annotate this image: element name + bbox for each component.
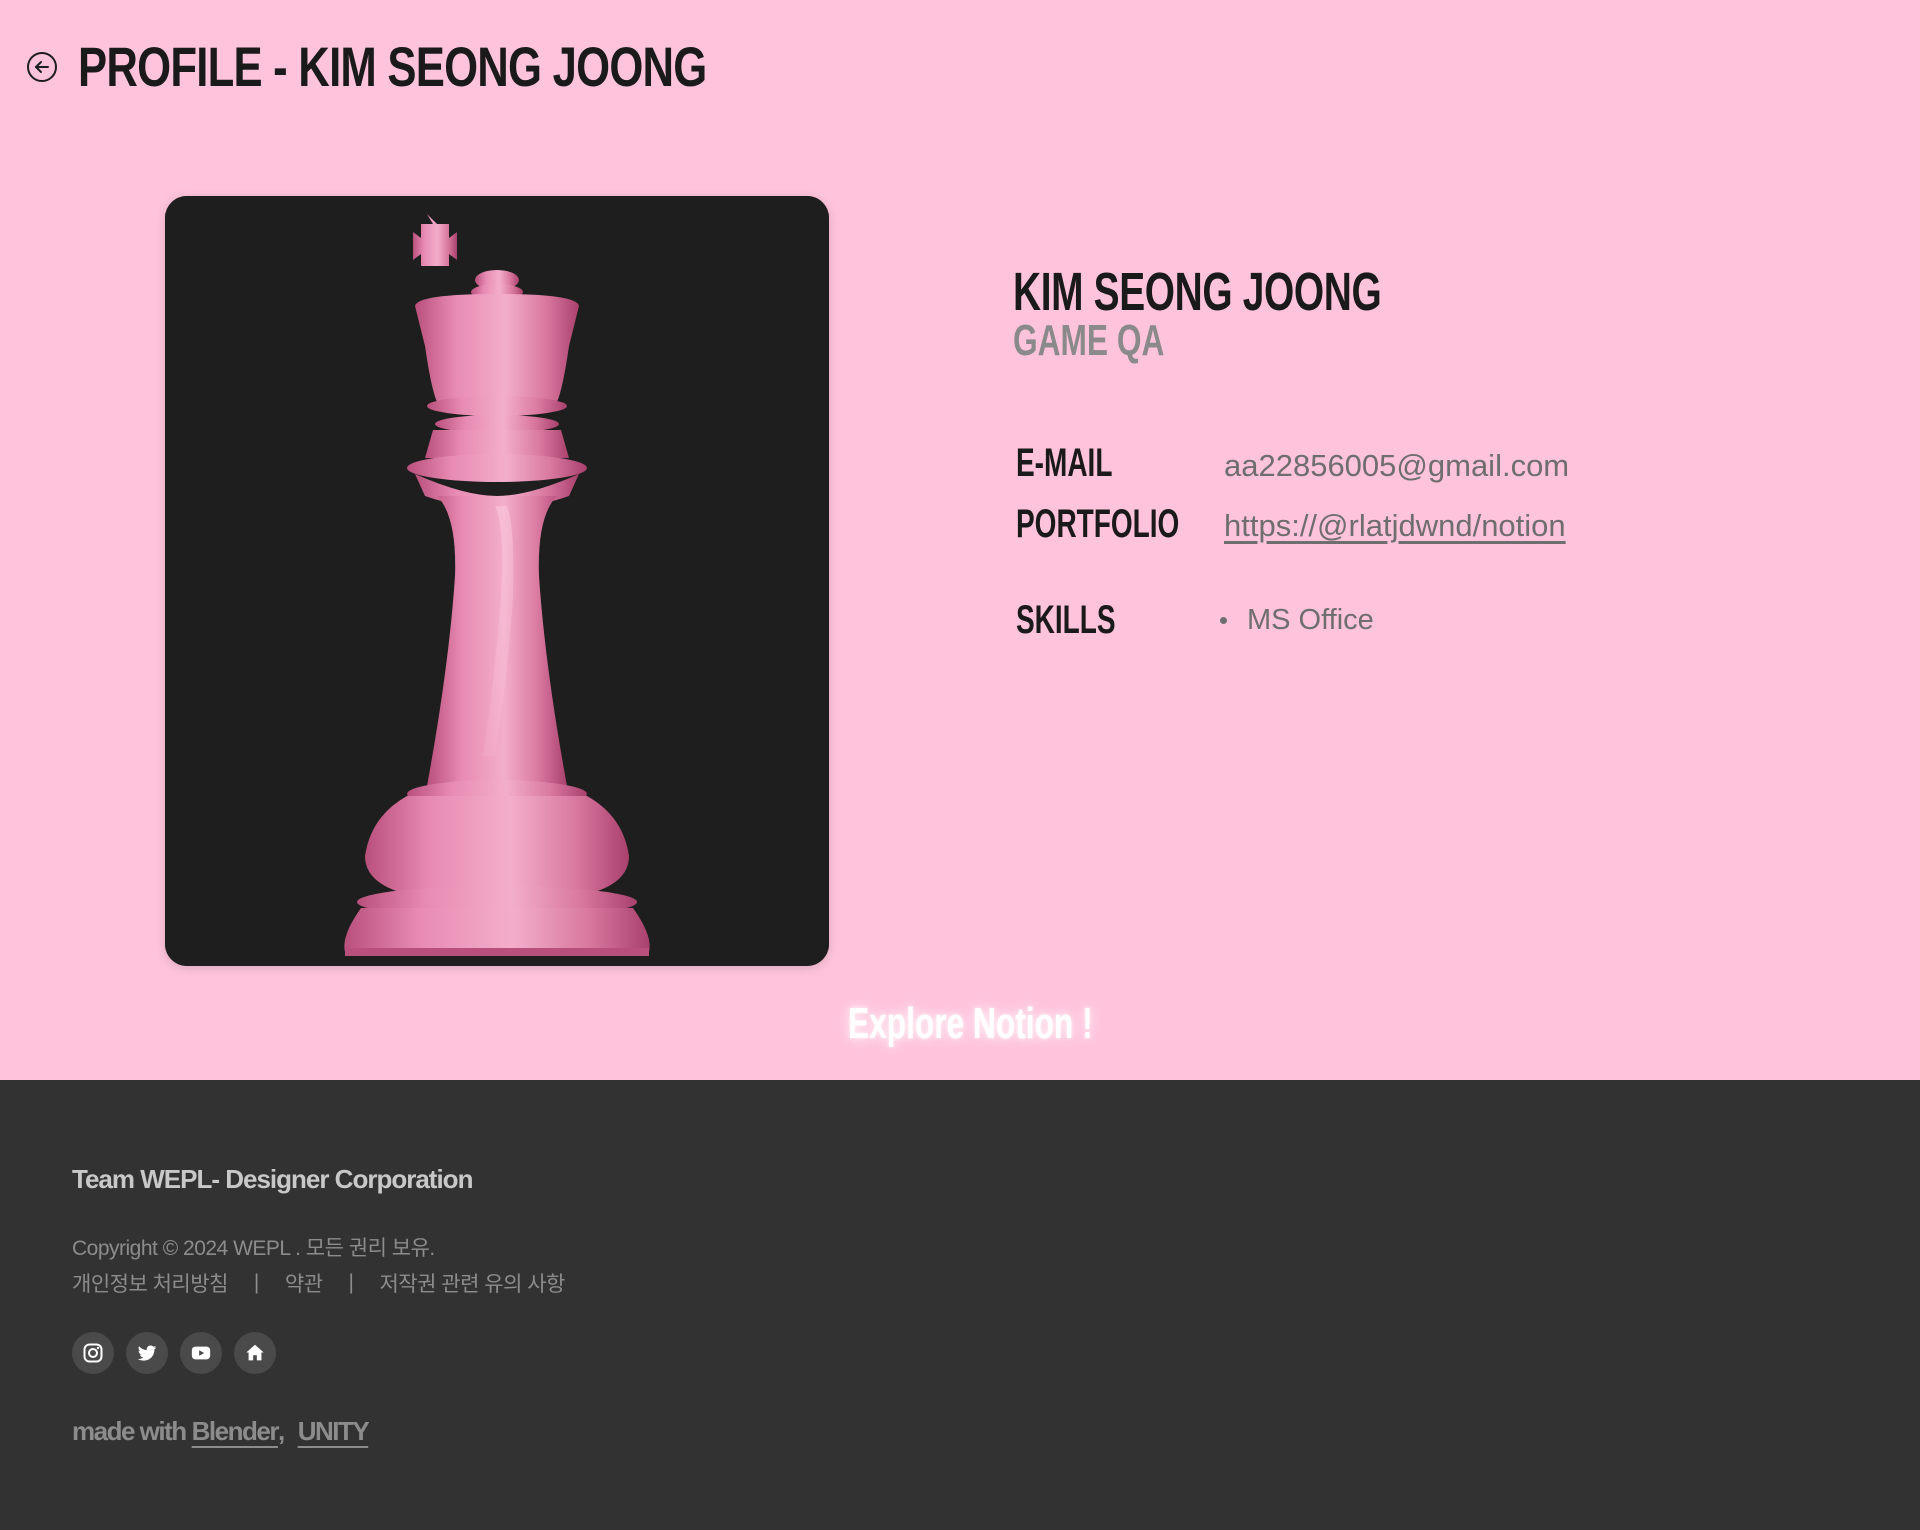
portfolio-link[interactable]: https://@rlatjdwnd/notion	[1224, 508, 1566, 543]
youtube-icon	[191, 1346, 211, 1360]
skills-list: MS Office	[1220, 602, 1374, 638]
chess-king-image	[165, 196, 829, 966]
footer: Team WEPL- Designer Corporation Copyrigh…	[0, 1080, 1920, 1530]
instagram-icon	[83, 1343, 103, 1363]
made-with: made with Blender , UNITY	[72, 1416, 370, 1447]
skills-label: SKILLS	[1016, 598, 1116, 642]
unity-link[interactable]: UNITY	[298, 1416, 370, 1447]
arrow-left-circle-icon	[35, 61, 49, 73]
profile-role: GAME QA	[1013, 316, 1165, 365]
page-title: PROFILE - KIM SEONG JOONG	[78, 35, 707, 98]
copyright-notice-link[interactable]: 저작권 관련 유의 사항	[379, 1268, 565, 1298]
twitter-button[interactable]	[126, 1332, 168, 1374]
blender-link[interactable]: Blender	[192, 1416, 280, 1447]
bullet-icon	[1220, 616, 1227, 624]
email-value[interactable]: aa22856005@gmail.com	[1224, 448, 1569, 484]
made-with-prefix: made with	[72, 1416, 187, 1446]
skill-label: MS Office	[1247, 604, 1374, 636]
footer-copyright: Copyright © 2024 WEPL . 모든 권리 보유.	[72, 1237, 435, 1260]
profile-name: KIM SEONG JOONG	[1013, 262, 1382, 322]
separator: |	[253, 1271, 259, 1294]
footer-company: Team WEPL- Designer Corporation	[72, 1164, 473, 1194]
skill-item: MS Office	[1220, 602, 1374, 638]
portfolio-label: PORTFOLIO	[1016, 502, 1180, 546]
twitter-icon	[137, 1345, 157, 1361]
profile-image-card	[165, 196, 829, 966]
explore-notion-button[interactable]: Explore Notion !	[848, 998, 1093, 1050]
back-button[interactable]	[27, 52, 57, 82]
youtube-button[interactable]	[180, 1332, 222, 1374]
terms-link[interactable]: 약관	[285, 1268, 323, 1298]
home-icon	[246, 1344, 264, 1361]
privacy-policy-link[interactable]: 개인정보 처리방침	[72, 1268, 228, 1298]
social-links	[72, 1332, 276, 1374]
instagram-button[interactable]	[72, 1332, 114, 1374]
email-label: E-MAIL	[1016, 441, 1113, 485]
home-button[interactable]	[234, 1332, 276, 1374]
footer-links: 개인정보 처리방침 | 약관 | 저작권 관련 유의 사항	[72, 1268, 565, 1298]
tools-separator: ,	[277, 1416, 285, 1446]
separator: |	[348, 1271, 354, 1294]
page-header: PROFILE - KIM SEONG JOONG	[0, 0, 1920, 140]
